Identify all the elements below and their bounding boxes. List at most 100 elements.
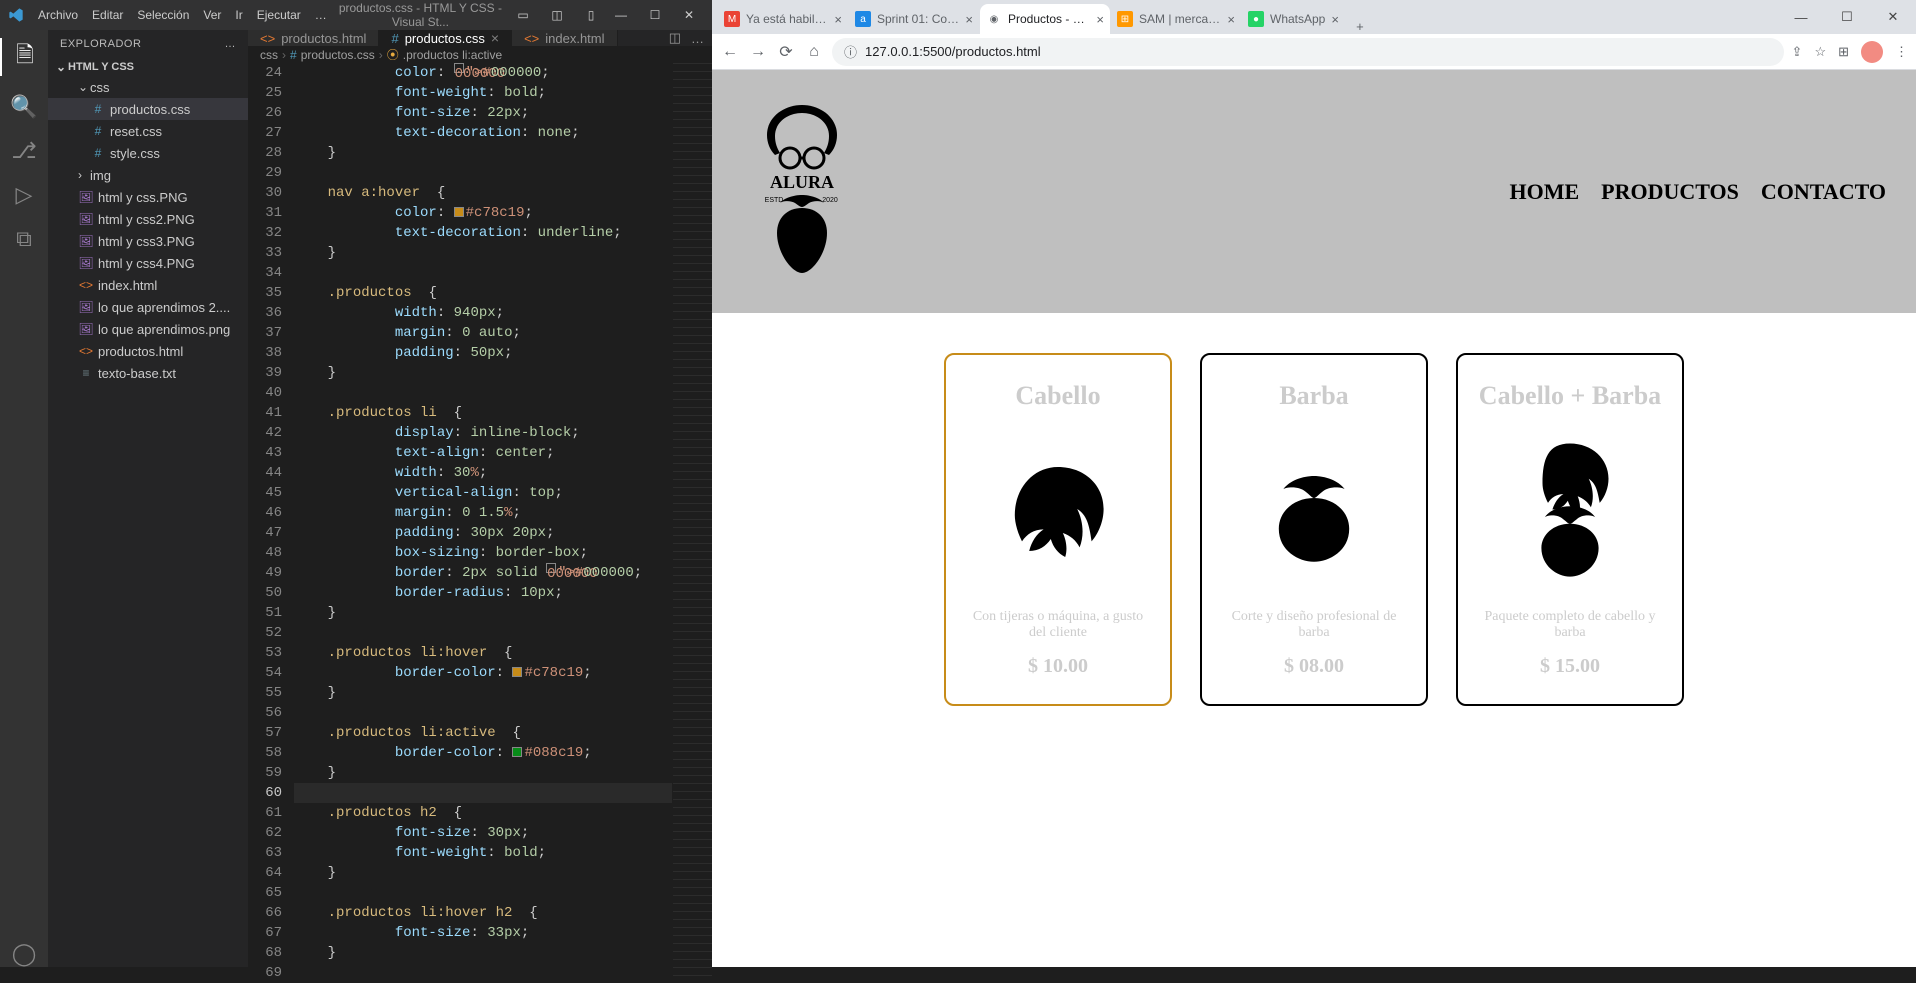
browser-tab[interactable]: ◉Productos - Bar× [980,4,1110,34]
share-icon[interactable]: ⇪ [1792,44,1803,60]
nav-productos[interactable]: PRODUCTOS [1601,179,1739,205]
panel-icon[interactable]: ▯ [576,8,606,22]
vscode-window-controls: — ☐ ✕ [606,8,704,22]
panel-icon[interactable]: ◫ [542,8,572,22]
close-icon[interactable]: × [1331,12,1339,27]
minimize-icon[interactable]: — [606,8,636,22]
file-item[interactable]: <>productos.html [48,340,248,362]
products-grid: Cabello Con tijeras o máquina, a gusto de… [712,313,1916,746]
chevron-down-icon: ⌄ [78,80,88,94]
search-icon[interactable]: 🔍 [0,94,48,120]
vscode-menu: ArchivoEditarSelecciónVerIrEjecutar… [32,8,333,22]
nav-contacto[interactable]: CONTACTO [1761,179,1886,205]
new-tab-button[interactable]: + [1346,19,1374,34]
file-item[interactable]: 🖼html y css2.PNG [48,208,248,230]
home-icon[interactable]: ⌂ [804,43,824,61]
svg-text:2020: 2020 [822,197,838,204]
panel-icon[interactable]: ▭ [508,8,538,22]
close-icon[interactable]: × [1096,12,1104,27]
file-item[interactable]: ≡texto-base.txt [48,362,248,384]
browser-tab[interactable]: ⊞SAM | mercado× [1111,4,1241,34]
close-icon[interactable]: ✕ [1870,0,1916,34]
menu-icon[interactable]: ⋮ [1895,44,1908,60]
back-icon[interactable]: ← [720,43,740,61]
vscode-titlebar: ArchivoEditarSelecciónVerIrEjecutar… pro… [0,0,712,30]
close-icon[interactable]: ✕ [674,8,704,22]
address-bar[interactable]: ⓘ 127.0.0.1:5500/productos.html [832,38,1784,66]
explorer-icon[interactable]: 🗎 [0,38,48,76]
file-item[interactable]: #reset.css [48,120,248,142]
file-item[interactable]: #style.css [48,142,248,164]
file-item[interactable]: <>index.html [48,274,248,296]
menu-item[interactable]: Archivo [32,8,84,22]
editor-tab[interactable]: <>productos.html [248,30,379,46]
chevron-down-icon[interactable]: ⌄ [56,60,66,74]
hero-header: ALURA ESTD 2020 HOME PRODUCTOS CONTACTO [712,70,1916,313]
menu-item[interactable]: Ejecutar [251,8,307,22]
bookmark-icon[interactable]: ☆ [1814,44,1826,60]
minimap[interactable] [672,63,712,983]
menu-item[interactable]: Selección [131,8,195,22]
file-item[interactable]: 🖼html y css.PNG [48,186,248,208]
product-title: Barba [1220,381,1408,411]
product-image [1476,429,1664,589]
info-icon: ⓘ [844,42,857,61]
close-icon[interactable]: × [965,12,973,27]
sidebar-explorer: EXPLORADOR … ⌄ HTML Y CSS ⌄ css #product… [48,30,248,967]
more-icon[interactable]: … [691,31,704,46]
profile-avatar[interactable] [1861,41,1883,63]
forward-icon[interactable]: → [748,43,768,61]
file-item[interactable]: 🖼html y css4.PNG [48,252,248,274]
reload-icon[interactable]: ⟳ [776,42,796,62]
page-content: ALURA ESTD 2020 HOME PRODUCTOS CONTACTO … [712,70,1916,967]
menu-item[interactable]: Ir [229,8,248,22]
product-title: Cabello [964,381,1152,411]
account-icon[interactable]: ◯ [0,941,48,967]
folder-css[interactable]: ⌄ css [48,76,248,98]
editor-tabs: <>productos.html#productos.css×<>index.h… [248,30,712,46]
product-card[interactable]: Cabello Con tijeras o máquina, a gusto de… [944,353,1172,706]
browser-tab[interactable]: MYa está habilitad× [718,4,848,34]
browser-tab[interactable]: ●WhatsApp× [1242,4,1345,34]
product-card[interactable]: Cabello + Barba Paquete completo de cabel… [1456,353,1684,706]
run-debug-icon[interactable]: ▷ [0,182,48,208]
close-icon[interactable]: × [491,30,499,46]
chrome-titlebar: MYa está habilitad×aSprint 01: Const×◉Pr… [712,0,1916,34]
chrome-toolbar: ← → ⟳ ⌂ ⓘ 127.0.0.1:5500/productos.html … [712,34,1916,70]
product-description: Paquete completo de cabello y barba [1476,609,1664,641]
product-card[interactable]: BarbaCorte y diseño profesional de barba… [1200,353,1428,706]
code-editor[interactable]: 2425262728293031323334353637383940414243… [248,63,712,983]
file-item[interactable]: 🖼lo que aprendimos 2.... [48,296,248,318]
close-icon[interactable]: × [834,12,842,27]
maximize-icon[interactable]: ☐ [1824,0,1870,34]
product-title: Cabello + Barba [1476,381,1664,411]
minimize-icon[interactable]: — [1778,0,1824,34]
editor-tab[interactable]: <>index.html [512,30,617,46]
product-price: $ 08.00 [1220,655,1408,678]
nav-home[interactable]: HOME [1510,179,1580,205]
product-image [964,429,1152,589]
editor-area: <>productos.html#productos.css×<>index.h… [248,30,712,967]
menu-item[interactable]: Editar [86,8,129,22]
maximize-icon[interactable]: ☐ [640,8,670,22]
source-control-icon[interactable]: ⎇ [0,138,48,164]
close-icon[interactable]: × [1227,12,1235,27]
activity-bar: 🗎 🔍 ⎇ ▷ ⧉ ◯ [0,30,48,967]
file-item[interactable]: 🖼lo que aprendimos.png [48,318,248,340]
product-description: Con tijeras o máquina, a gusto del clien… [964,609,1152,641]
extensions-icon[interactable]: ⧉ [0,226,48,252]
chrome-window-controls: — ☐ ✕ [1778,0,1916,34]
extensions-icon[interactable]: ⊞ [1838,44,1849,60]
file-item[interactable]: #productos.css [48,98,248,120]
more-icon[interactable]: … [225,38,237,50]
editor-tab[interactable]: #productos.css× [379,30,512,46]
vscode-window: ArchivoEditarSelecciónVerIrEjecutar… pro… [0,0,712,967]
breadcrumbs[interactable]: css › # productos.css › ⦿ .productos li:… [248,46,712,63]
vscode-logo-icon [8,7,24,23]
folder-img[interactable]: › img [48,164,248,186]
split-editor-icon[interactable]: ◫ [669,30,681,46]
menu-item[interactable]: … [309,8,333,22]
file-item[interactable]: 🖼html y css3.PNG [48,230,248,252]
browser-tab[interactable]: aSprint 01: Const× [849,4,979,34]
menu-item[interactable]: Ver [197,8,227,22]
